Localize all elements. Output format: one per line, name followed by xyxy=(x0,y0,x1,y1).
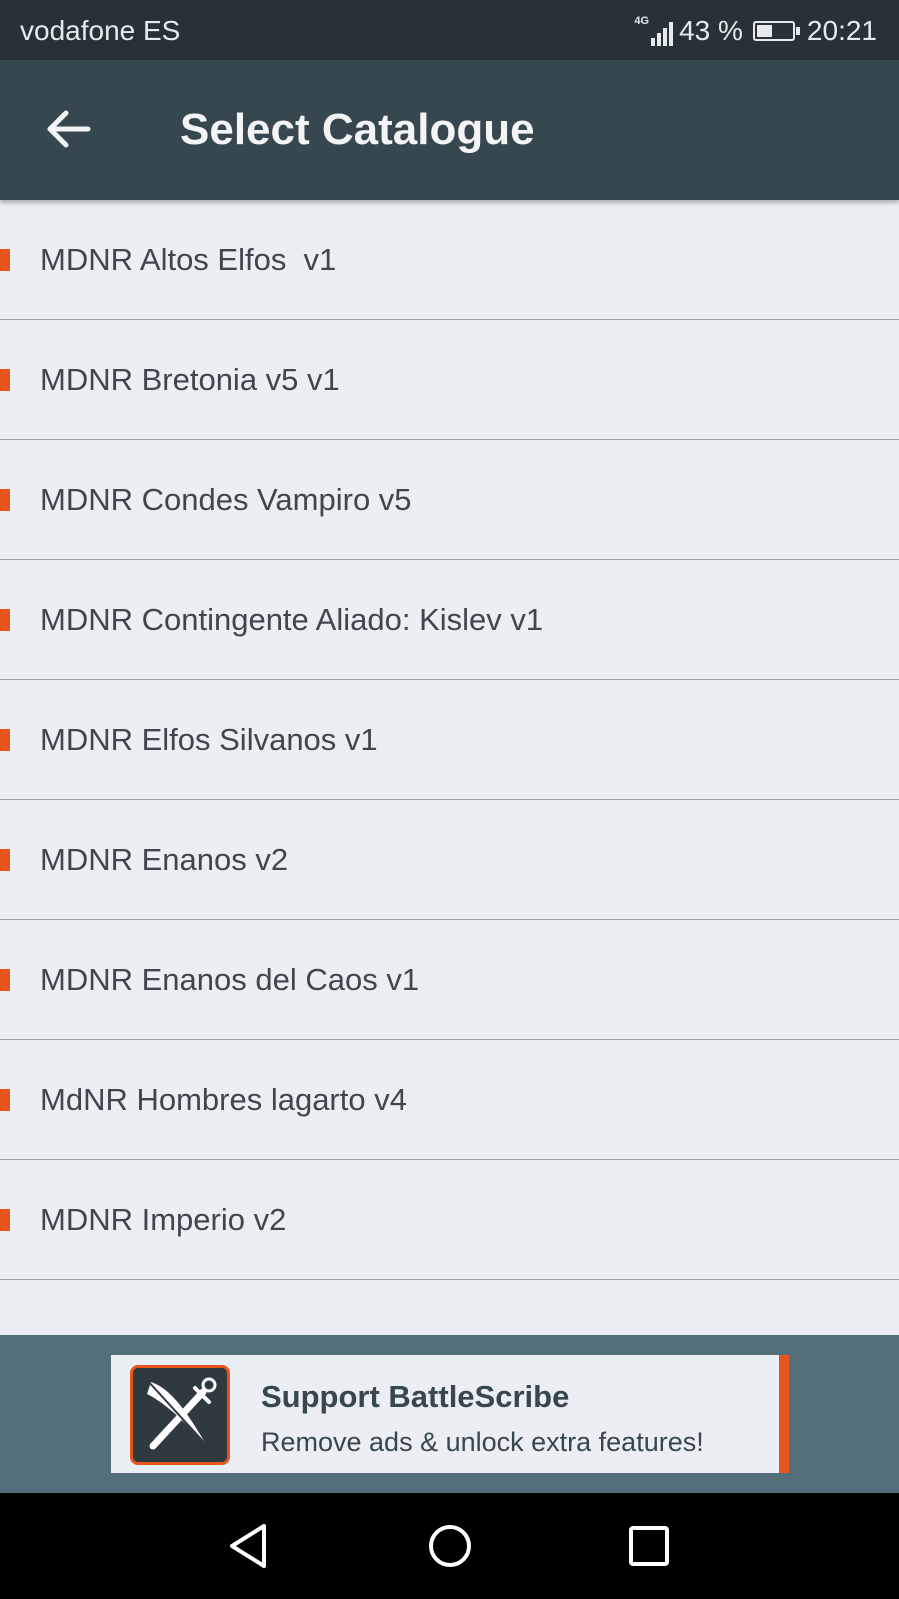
catalogue-item[interactable]: MDNR Altos Elfos v1 xyxy=(0,200,899,320)
item-marker xyxy=(0,848,10,871)
catalogue-list: MDNR Altos Elfos v1 MDNR Bretonia v5 v1 … xyxy=(0,200,899,1335)
triangle-back-icon xyxy=(230,1524,266,1568)
catalogue-name: MDNR Altos Elfos v1 xyxy=(40,241,337,277)
clock: 20:21 xyxy=(806,15,877,46)
arrow-left-icon xyxy=(47,110,91,148)
catalogue-item[interactable]: MdNR Hombres lagarto v4 xyxy=(0,1040,899,1160)
battery-level-fill xyxy=(756,25,772,37)
ad-accent-bar xyxy=(779,1355,789,1473)
item-marker xyxy=(0,248,10,271)
ad-area: Support BattleScribe Remove ads & unlock… xyxy=(0,1335,899,1493)
nav-recents-button[interactable] xyxy=(621,1518,677,1574)
page-title: Select Catalogue xyxy=(180,105,535,154)
item-marker xyxy=(0,488,10,511)
ad-subtitle: Remove ads & unlock extra features! xyxy=(261,1427,704,1457)
item-marker xyxy=(0,728,10,751)
catalogue-item[interactable]: MDNR Bretonia v5 v1 xyxy=(0,320,899,440)
catalogue-name: MDNR Enanos v2 xyxy=(40,841,289,877)
circle-home-icon xyxy=(429,1525,471,1567)
signal-strength-icon xyxy=(651,22,674,46)
catalogue-name: MDNR Elfos Silvanos v1 xyxy=(40,721,378,757)
quill-and-sword-icon xyxy=(146,1377,217,1451)
catalogue-item[interactable]: MDNR Enanos del Caos v1 xyxy=(0,920,899,1040)
battery-icon xyxy=(752,21,800,41)
square-recents-icon xyxy=(629,1526,669,1566)
catalogue-item-partial[interactable] xyxy=(0,1280,899,1335)
catalogue-item[interactable]: MDNR Enanos v2 xyxy=(0,800,899,920)
catalogue-name: MDNR Contingente Aliado: Kislev v1 xyxy=(40,601,544,637)
network-4g-icon: 4G xyxy=(634,15,674,46)
catalogue-item[interactable]: MDNR Contingente Aliado: Kislev v1 xyxy=(0,560,899,680)
item-marker xyxy=(0,1208,10,1231)
status-bar: vodafone ES 4G 43 % 20:21 xyxy=(0,0,899,60)
catalogue-name: MDNR Enanos del Caos v1 xyxy=(40,961,420,997)
nav-back-button[interactable] xyxy=(222,1518,278,1574)
catalogue-item[interactable]: MDNR Elfos Silvanos v1 xyxy=(0,680,899,800)
support-banner[interactable]: Support BattleScribe Remove ads & unlock… xyxy=(111,1355,789,1473)
catalogue-name: MDNR Bretonia v5 v1 xyxy=(40,361,340,397)
status-indicators: 4G 43 % 20:21 xyxy=(634,13,877,49)
item-marker xyxy=(0,1088,10,1111)
carrier-name: vodafone ES xyxy=(20,15,181,46)
catalogue-item[interactable]: MDNR Imperio v2 xyxy=(0,1160,899,1280)
network-type-label: 4G xyxy=(634,15,650,27)
catalogue-name: MDNR Imperio v2 xyxy=(40,1201,287,1237)
catalogue-name: MdNR Hombres lagarto v4 xyxy=(40,1081,407,1117)
item-marker xyxy=(0,368,10,391)
app-logo xyxy=(130,1365,230,1465)
item-marker xyxy=(0,608,10,631)
back-button[interactable] xyxy=(36,94,106,164)
app-bar: Select Catalogue xyxy=(0,60,899,200)
system-navigation-bar xyxy=(0,1493,899,1599)
catalogue-name: MDNR Condes Vampiro v5 xyxy=(40,481,412,517)
ad-title: Support BattleScribe xyxy=(261,1379,570,1414)
item-marker xyxy=(0,968,10,991)
nav-home-button[interactable] xyxy=(422,1518,478,1574)
battery-percent: 43 % xyxy=(679,15,743,46)
catalogue-item[interactable]: MDNR Condes Vampiro v5 xyxy=(0,440,899,560)
